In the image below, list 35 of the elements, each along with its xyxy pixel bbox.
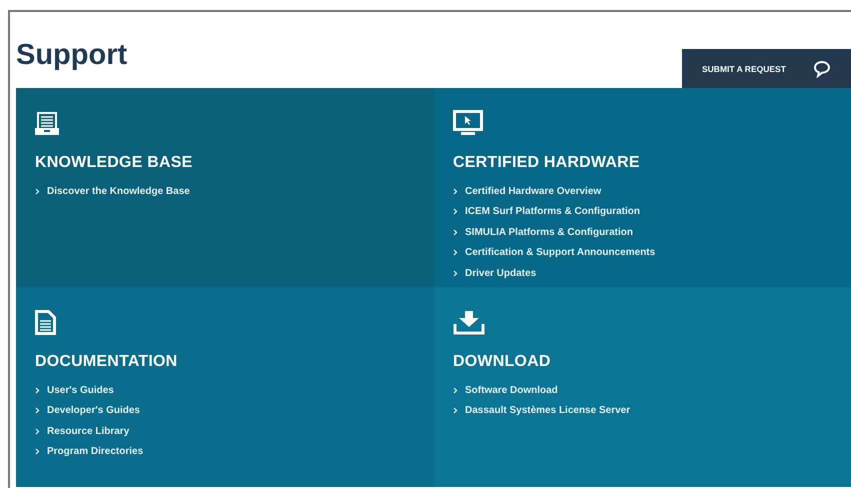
section-heading: CERTIFIED HARDWARE [453,154,641,172]
monitor-icon [453,110,483,136]
chevron-icon [35,407,40,414]
chevron-icon [35,448,40,456]
download-icon [453,311,485,335]
section-heading: DOCUMENTATION [35,353,178,371]
section-link[interactable]: Developer's Guides [47,405,140,416]
section-link[interactable]: Certified Hardware Overview [465,186,602,197]
section-link[interactable]: Program Directories [47,446,144,458]
section-heading: KNOWLEDGE BASE [35,154,194,172]
chevron-icon [453,407,458,414]
section-link[interactable]: SIMULIA Platforms & Configuration [465,226,633,238]
chevron-icon [453,208,458,216]
chevron-icon [453,249,458,256]
section-link[interactable]: ICEM Surf Platforms & Configuration [465,206,640,218]
section-link[interactable]: Resource Library [47,426,130,437]
chevron-icon [453,386,458,394]
chevron-icon [35,386,40,394]
chevron-icon [35,428,40,435]
chevron-icon [453,270,458,277]
submit-request-button[interactable]: SUBMIT A REQUEST [682,49,851,88]
chevron-icon [35,188,40,195]
section-link[interactable]: Certification & Support Announcements [465,247,656,258]
section-link[interactable]: Driver Updates [465,268,536,279]
chevron-icon [453,228,458,236]
page-title: Support [16,39,128,72]
document-icon [35,310,56,335]
section-heading: DOWNLOAD [453,353,552,371]
section-link[interactable]: Software Download [465,384,558,396]
section-link[interactable]: Dassault Systèmes License Server [465,405,630,416]
chevron-icon [453,188,458,195]
section-link[interactable]: User's Guides [47,384,114,396]
speech-bubble-icon [813,60,831,78]
drawer-icon [35,112,59,136]
section-link[interactable]: Discover the Knowledge Base [47,186,190,197]
